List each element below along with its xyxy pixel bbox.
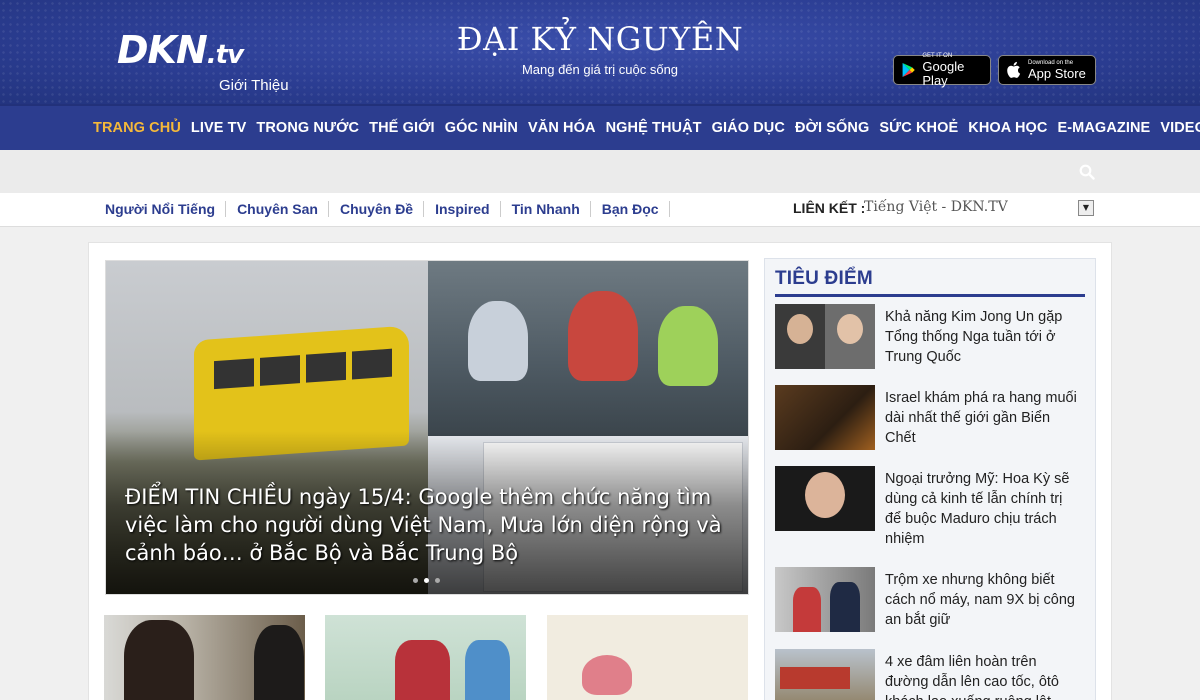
subnav-link-chuyen-de[interactable]: Chuyên Đề xyxy=(340,201,425,217)
nav-item-khoa-hoc[interactable]: KHOA HỌC xyxy=(968,120,1047,136)
sidebar-item-title[interactable]: Khả năng Kim Jong Un gặp Tổng thống Nga … xyxy=(885,307,1081,367)
nav-item-giao-duc[interactable]: GIÁO DỤC xyxy=(712,120,785,136)
slider-dot[interactable] xyxy=(413,578,418,583)
subnav-link-tin-nhanh[interactable]: Tin Nhanh xyxy=(512,201,591,217)
search-icon[interactable] xyxy=(1079,164,1095,180)
sidebar-item-image[interactable] xyxy=(775,649,875,700)
nav-item-e-magazine[interactable]: E-MAGAZINE xyxy=(1057,120,1150,136)
google-play-button[interactable]: GET IT ON Google Play xyxy=(893,53,991,87)
nav-item-van-hoa[interactable]: VĂN HÓA xyxy=(528,120,596,136)
sidebar-item-image[interactable] xyxy=(775,466,875,531)
article-thumb-3[interactable] xyxy=(547,615,748,700)
nav-item-live-tv[interactable]: LIVE TV xyxy=(191,120,247,136)
search-bar xyxy=(0,150,1200,193)
dropdown-arrow-icon[interactable]: ▼ xyxy=(1078,200,1094,216)
subnav-link-ban-doc[interactable]: Bạn Đọc xyxy=(602,201,670,217)
article-thumb-2[interactable] xyxy=(325,615,526,700)
slider-dot[interactable] xyxy=(435,578,440,583)
sidebar-item-image[interactable] xyxy=(775,304,875,369)
sidebar-item-title[interactable]: Ngoại trưởng Mỹ: Hoa Kỳ sẽ dùng cả kinh … xyxy=(885,469,1081,549)
nav-item-the-gioi[interactable]: THẾ GIỚI xyxy=(369,120,435,136)
nav-item-doi-song[interactable]: ĐỜI SỐNG xyxy=(795,120,869,136)
app-store-button[interactable]: Download on the App Store xyxy=(998,55,1096,85)
sidebar-item-image[interactable] xyxy=(775,567,875,632)
sidebar-item-title[interactable]: 4 xe đâm liên hoàn trên đường dẫn lên ca… xyxy=(885,652,1081,700)
lien-ket-label: LIÊN KẾT : xyxy=(793,200,866,216)
nav-item-trang-chu[interactable]: TRANG CHỦ xyxy=(93,120,181,136)
brand-title: ĐẠI KỶ NGUYÊN xyxy=(456,20,744,58)
subnav-link-chuyen-san[interactable]: Chuyên San xyxy=(237,201,329,217)
language-select-value: Tiếng Việt - DKN.TV xyxy=(864,199,1008,215)
nav-item-trong-nuoc[interactable]: TRONG NƯỚC xyxy=(256,120,359,136)
brand-tagline: Mang đến giá trị cuộc sống xyxy=(521,62,679,77)
slider-dot-active[interactable] xyxy=(424,578,429,583)
language-select[interactable]: Tiếng Việt - DKN.TV ▼ xyxy=(864,199,1094,219)
subnav-link-nguoi-noi-tieng[interactable]: Người Nổi Tiếng xyxy=(105,201,227,217)
article-thumb-1[interactable] xyxy=(104,615,305,700)
nav-item-goc-nhin[interactable]: GÓC NHÌN xyxy=(445,120,518,136)
nav-item-suc-khoe[interactable]: SỨC KHOẺ xyxy=(879,120,958,136)
nav-item-nghe-thuat[interactable]: NGHỆ THUẬT xyxy=(606,120,702,136)
sidebar-item-title[interactable]: Israel khám phá ra hang muối dài nhất th… xyxy=(885,388,1081,448)
intro-link[interactable]: Giới Thiệu xyxy=(219,77,289,94)
site-header: DKN.tv Giới Thiệu ĐẠI KỶ NGUYÊN Mang đến… xyxy=(0,0,1200,104)
apple-icon xyxy=(1007,61,1021,78)
main-nav: TRANG CHỦ LIVE TV TRONG NƯỚC THẾ GIỚI GÓ… xyxy=(0,104,1200,150)
site-logo[interactable]: DKN.tv xyxy=(117,28,244,72)
sub-nav: Người Nổi Tiếng Chuyên San Chuyên Đề Ins… xyxy=(0,193,1200,227)
sidebar-item-image[interactable] xyxy=(775,385,875,450)
hero-caption[interactable]: ĐIỂM TIN CHIỀU ngày 15/4: Google thêm ch… xyxy=(125,483,735,567)
google-play-icon xyxy=(902,63,915,77)
sidebar-title-rule xyxy=(775,294,1085,297)
hero-image-rain xyxy=(428,261,748,436)
nav-item-video[interactable]: VIDEO xyxy=(1160,120,1200,136)
subnav-link-inspired[interactable]: Inspired xyxy=(435,201,501,217)
sidebar-title: TIÊU ĐIỂM xyxy=(775,268,873,289)
hero-slider[interactable]: ĐIỂM TIN CHIỀU ngày 15/4: Google thêm ch… xyxy=(105,260,749,595)
sidebar-item-title[interactable]: Trộm xe nhưng không biết cách nổ máy, na… xyxy=(885,570,1081,630)
slider-dots xyxy=(413,578,440,583)
